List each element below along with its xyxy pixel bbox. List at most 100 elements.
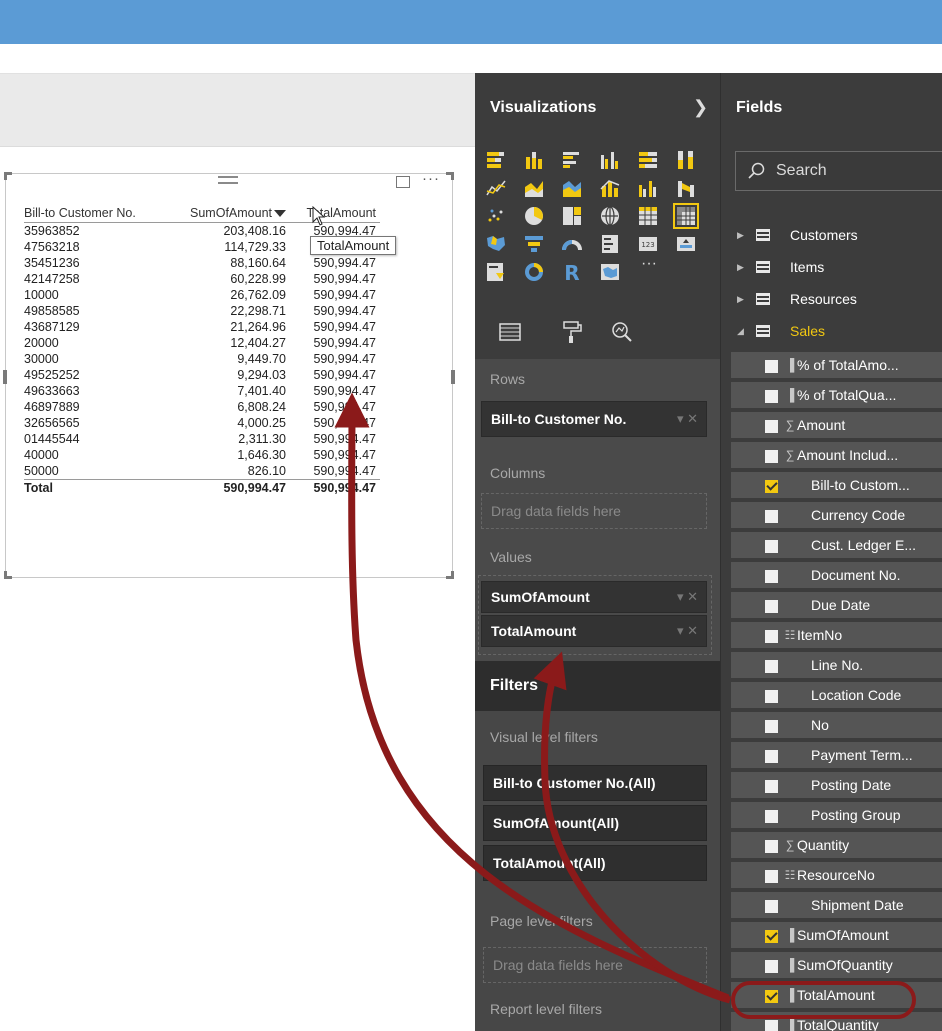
filter-pill-totalamount[interactable]: TotalAmount(All)	[483, 845, 707, 881]
table-row[interactable]: 20000 12,404.27 590,994.47	[24, 335, 380, 351]
field-checkbox[interactable]	[765, 660, 778, 673]
table-row[interactable]: 32656565 4,000.25 590,994.47	[24, 415, 380, 431]
funnel-chart-icon[interactable]	[523, 233, 545, 255]
table-row[interactable]: 30000 9,449.70 590,994.47	[24, 351, 380, 367]
page-filters-drop-zone[interactable]: Drag data fields here	[483, 947, 707, 983]
line-and-clustered-column-icon[interactable]	[637, 177, 659, 199]
values-field-totalamount[interactable]: TotalAmount ▾ ✕	[481, 615, 707, 647]
table-row[interactable]: 49858585 22,298.71 590,994.47	[24, 303, 380, 319]
100-percent-column-chart-icon[interactable]	[675, 149, 697, 171]
multi-row-card-icon[interactable]	[599, 233, 621, 255]
expand-arrow-icon[interactable]: ▶	[737, 219, 744, 251]
fields-search-input[interactable]: Search	[735, 151, 942, 191]
table-row[interactable]: 35451236 88,160.64 590,994.47	[24, 255, 380, 271]
column-header-customer[interactable]: Bill-to Customer No.	[24, 204, 174, 223]
field-row[interactable]: ∑ Amount Includ...	[731, 442, 942, 470]
sort-descending-icon[interactable]	[274, 209, 286, 217]
line-and-column-chart-icon[interactable]	[599, 177, 621, 199]
field-checkbox[interactable]	[765, 840, 778, 853]
resize-handle-left[interactable]	[3, 370, 7, 384]
field-checkbox[interactable]	[765, 480, 778, 493]
filter-pill-sumofamount[interactable]: SumOfAmount(All)	[483, 805, 707, 841]
field-row[interactable]: Cust. Ledger E...	[731, 532, 942, 560]
field-checkbox[interactable]	[765, 930, 778, 943]
analytics-magnifier-icon[interactable]	[609, 319, 635, 345]
treemap-icon[interactable]	[561, 205, 583, 227]
matrix-visual-icon[interactable]	[673, 203, 699, 229]
field-row[interactable]: ☷ ItemNo	[731, 622, 942, 650]
field-row[interactable]: ▐ SumOfQuantity	[731, 952, 942, 980]
column-header-totalamount[interactable]: TotalAmount	[290, 204, 380, 223]
r-script-visual-icon[interactable]: R	[561, 261, 583, 283]
more-options-icon[interactable]: ···	[422, 170, 440, 187]
field-checkbox[interactable]	[765, 630, 778, 643]
pill-remove-icon[interactable]: ▾ ✕	[677, 616, 698, 646]
donut-chart-icon[interactable]	[523, 261, 545, 283]
table-items[interactable]: ▶ Items	[721, 251, 942, 283]
field-checkbox[interactable]	[765, 750, 778, 763]
field-checkbox[interactable]	[765, 510, 778, 523]
table-row[interactable]: 49633663 7,401.40 590,994.47	[24, 383, 380, 399]
clustered-bar-chart-icon[interactable]	[561, 149, 583, 171]
gauge-icon[interactable]	[561, 233, 583, 255]
field-row[interactable]: Document No.	[731, 562, 942, 590]
expand-arrow-icon[interactable]: ▶	[737, 251, 744, 283]
filter-pill-customer[interactable]: Bill-to Customer No.(All)	[483, 765, 707, 801]
resize-handle-top-left[interactable]	[4, 172, 12, 180]
clustered-column-chart-icon[interactable]	[599, 149, 621, 171]
more-visuals-icon[interactable]: ···	[641, 255, 663, 277]
card-visual-icon[interactable]: 123	[637, 233, 659, 255]
table-row[interactable]: 50000 826.10 590,994.47	[24, 463, 380, 480]
slicer-icon[interactable]	[485, 261, 507, 283]
pie-chart-icon[interactable]	[523, 205, 545, 227]
stacked-bar-chart-icon[interactable]	[485, 149, 507, 171]
field-row[interactable]: Shipment Date	[731, 892, 942, 920]
column-header-sumofamount[interactable]: SumOfAmount	[174, 204, 290, 223]
rows-field-pill[interactable]: Bill-to Customer No. ▾ ✕	[481, 401, 707, 437]
table-sales[interactable]: ◢ Sales	[721, 315, 942, 347]
collapse-arrow-icon[interactable]: ◢	[737, 315, 744, 347]
values-field-sumofamount[interactable]: SumOfAmount ▾ ✕	[481, 581, 707, 613]
map-icon[interactable]	[599, 205, 621, 227]
table-row[interactable]: 10000 26,762.09 590,994.47	[24, 287, 380, 303]
table-row[interactable]: 40000 1,646.30 590,994.47	[24, 447, 380, 463]
field-checkbox[interactable]	[765, 570, 778, 583]
table-customers[interactable]: ▶ Customers	[721, 219, 942, 251]
table-row[interactable]: 43687129 21,264.96 590,994.47	[24, 319, 380, 335]
drag-grip-icon[interactable]	[218, 176, 238, 184]
field-checkbox[interactable]	[765, 810, 778, 823]
area-chart-icon[interactable]	[523, 177, 545, 199]
field-checkbox[interactable]	[765, 870, 778, 883]
matrix-visual[interactable]: ··· Bill-to Customer No. SumOfAmount Tot…	[3, 170, 455, 579]
field-row[interactable]: Line No.	[731, 652, 942, 680]
field-row[interactable]: ▐ SumOfAmount	[731, 922, 942, 950]
field-row[interactable]: ∑ Quantity	[731, 832, 942, 860]
table-row[interactable]: 42147258 60,228.99 590,994.47	[24, 271, 380, 287]
field-row[interactable]: No	[731, 712, 942, 740]
field-checkbox[interactable]	[765, 780, 778, 793]
field-row[interactable]: ▐% of TotalQua...	[731, 382, 942, 410]
field-checkbox[interactable]	[765, 540, 778, 553]
field-row[interactable]: Posting Group	[731, 802, 942, 830]
field-checkbox[interactable]	[765, 420, 778, 433]
resize-handle-right[interactable]	[451, 370, 455, 384]
field-row[interactable]: ∑ Amount	[731, 412, 942, 440]
field-checkbox[interactable]	[765, 1020, 778, 1031]
stacked-area-chart-icon[interactable]	[561, 177, 583, 199]
resize-handle-bottom-left[interactable]	[4, 571, 12, 579]
field-checkbox[interactable]	[765, 690, 778, 703]
resize-handle-bottom-right[interactable]	[446, 571, 454, 579]
table-visual-icon[interactable]	[637, 205, 659, 227]
filled-map-icon[interactable]	[485, 233, 507, 255]
field-row[interactable]: Payment Term...	[731, 742, 942, 770]
table-row[interactable]: 46897889 6,808.24 590,994.47	[24, 399, 380, 415]
kpi-visual-icon[interactable]	[675, 233, 697, 255]
expand-arrow-icon[interactable]: ▶	[737, 283, 744, 315]
100-percent-bar-chart-icon[interactable]	[637, 149, 659, 171]
field-row[interactable]: ☷ ResourceNo	[731, 862, 942, 890]
table-row[interactable]: 01445544 2,311.30 590,994.47	[24, 431, 380, 447]
stacked-column-chart-icon[interactable]	[523, 149, 545, 171]
field-checkbox[interactable]	[765, 600, 778, 613]
resize-handle-top-right[interactable]	[446, 172, 454, 180]
field-checkbox[interactable]	[765, 960, 778, 973]
